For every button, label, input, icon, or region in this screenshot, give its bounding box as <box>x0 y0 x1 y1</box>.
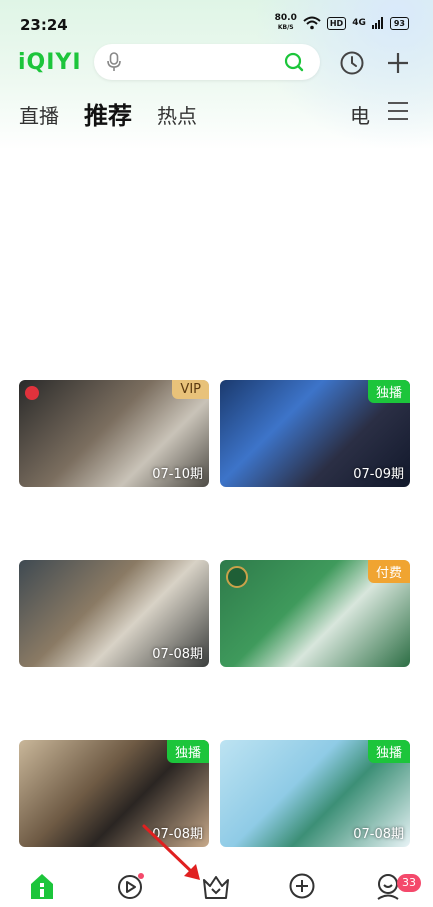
net-speed: 80.0 KB/S <box>275 14 297 32</box>
tab-live[interactable]: 直播 <box>19 100 59 129</box>
plus-icon[interactable] <box>385 50 411 76</box>
tab-tv[interactable]: 电 <box>350 100 370 129</box>
menu-icon[interactable] <box>387 101 409 121</box>
battery-icon: 93 <box>389 16 409 30</box>
wifi-icon <box>303 16 321 30</box>
vip-crown-icon[interactable] <box>202 874 230 900</box>
search-bar[interactable] <box>94 44 320 80</box>
status-icons: 80.0 KB/S HD 4G 93 <box>275 14 409 32</box>
card-tag: 付费 <box>367 560 410 583</box>
signal-4g: 4G <box>352 18 366 28</box>
video-card[interactable]: VIP 07-10期 <box>19 380 209 487</box>
card-episode: 07-09期 <box>353 467 404 482</box>
card-episode: 07-08期 <box>353 827 404 842</box>
status-time: 23:24 <box>20 16 68 34</box>
home-icon[interactable] <box>29 872 55 900</box>
tab-hot[interactable]: 热点 <box>157 100 197 129</box>
history-icon[interactable] <box>339 50 365 76</box>
card-tag: 独播 <box>367 740 410 763</box>
net-speed-unit: KB/S <box>277 24 294 31</box>
status-bar: 23:24 80.0 KB/S HD 4G 93 <box>0 0 433 46</box>
tab-recommend[interactable]: 推荐 <box>84 96 132 131</box>
search-icon[interactable] <box>284 52 304 72</box>
video-card[interactable]: 独播 07-09期 <box>220 380 410 487</box>
iqiyi-logo[interactable]: iQIYI <box>18 50 82 75</box>
card-tag: 独播 <box>367 380 410 403</box>
tournament-logo-icon <box>226 566 248 588</box>
annotation-arrow-icon <box>140 822 204 886</box>
category-tabs: 直播 推荐 热点 电 <box>0 96 433 132</box>
bottom-navigation <box>0 850 433 907</box>
card-episode: 07-10期 <box>152 467 203 482</box>
card-episode: 07-08期 <box>152 647 203 662</box>
video-card[interactable]: 付费 <box>220 560 410 667</box>
video-card[interactable]: 07-08期 <box>19 560 209 667</box>
video-card[interactable]: 独播 07-08期 <box>220 740 410 847</box>
hd-icon: HD <box>326 16 347 30</box>
signal-bars-icon <box>371 17 384 29</box>
create-plus-icon[interactable] <box>288 872 316 900</box>
message-count-badge: 33 <box>397 874 421 892</box>
mic-icon[interactable] <box>106 52 122 72</box>
card-tag: VIP <box>172 380 209 399</box>
net-speed-value: 80.0 <box>274 13 297 23</box>
channel-logo-icon <box>25 386 39 400</box>
card-tag: 独播 <box>166 740 209 763</box>
